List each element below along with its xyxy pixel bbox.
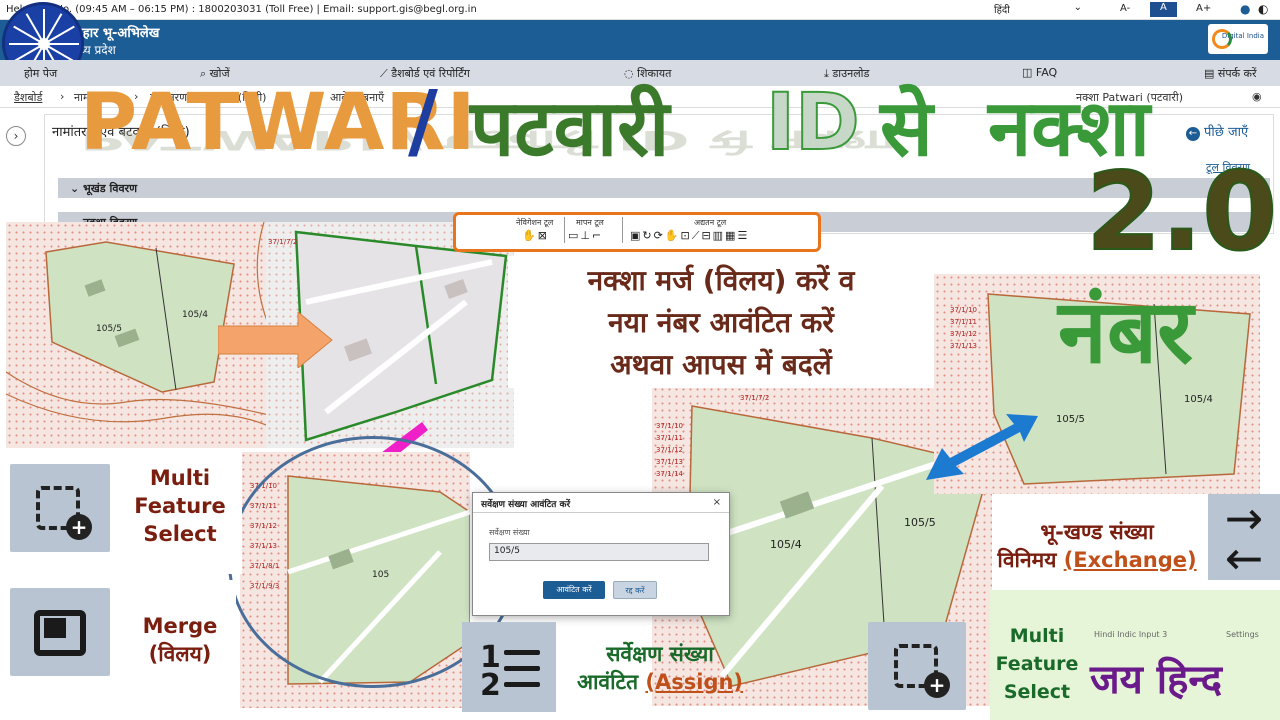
parcel-label: 105/5 [904,516,936,529]
chevron-down-icon: ⌄ [70,182,84,195]
font-decrease-button[interactable]: A- [1120,3,1130,14]
chevron-down-icon: ⌄ [1073,2,1082,13]
parcel-label: 105/4 [770,538,802,551]
toolbar-group-navigation: नेविगेशन टूल [516,218,554,227]
exchange-arrow-icon [926,414,1038,480]
merge-label: Merge (विलय) [142,614,218,666]
multi-select-label-2: Multi Feature Select [995,625,1079,703]
pan-tool-icon[interactable]: ✋⊠ [522,229,549,242]
sidebar-toggle-button[interactable]: › [6,126,26,146]
toolbar-group-update: अद्यतन टूल [694,218,727,227]
map-toolbar: नेविगेशन टूल मापन टूल अद्यतन टूल ✋⊠ ▭⊥⌐ … [453,212,821,252]
title-version: 2.0 [1085,149,1278,276]
contact-icon: ▤ [1204,67,1218,80]
toolbar-group-measure: मापन टूल [576,218,604,227]
arrow-right-icon [218,312,333,368]
instruction-box: नक्शा मर्ज (विलय) करें व नया नंबर आवंटित… [508,256,934,388]
top-info-bar: Helpdesk No. (09:45 AM – 06:15 PM) : 180… [0,0,1280,20]
parcel-label: 105/5 [1056,414,1085,425]
dialog-title: सर्वेक्षण संख्या आवंटित करें [473,493,729,513]
title-patwari-hi: पटवारी [470,84,670,174]
arrow-left-icon: ← [1186,127,1200,141]
nav-contact[interactable]: ▤ संपर्क करें [1204,66,1256,81]
site-header: बिहार भू-अभिलेख मध्य प्रदेश Digital Indi… [0,20,1280,60]
hindi-input-label: Hindi Indic Input 3 [1094,630,1168,639]
digital-india-logo: Digital India [1208,24,1268,54]
language-select[interactable]: हिंदी ⌄ [994,2,1084,18]
exchange-label: भू-खण्ड संख्या विनिमय (Exchange) [997,520,1197,572]
title-id: ID [765,77,861,169]
title-nambar: नंबर [1058,280,1194,383]
nav-home[interactable]: होम पेज [24,66,57,81]
update-tools-icons[interactable]: ▣↻⟳✋⊡⟋⊟▥▦☰ [630,229,749,243]
multi-select-label: Multi Feature Select [134,466,226,546]
title-se: से [880,84,933,174]
title-slash: / [408,74,438,169]
survey-number-input[interactable]: 105/5 [489,543,709,561]
palette-icon[interactable]: ● [1240,2,1250,16]
font-normal-button[interactable]: A [1150,2,1177,17]
helpdesk-info: Helpdesk No. (09:45 AM – 06:15 PM) : 180… [6,4,477,15]
jai-hind-text: जय हिन्द [1090,657,1223,703]
parcel-label: 105/4 [182,310,208,320]
crumb-dashboard[interactable]: डैशबोर्ड [14,90,42,105]
numbered-list-icon: 1 2 [462,622,556,712]
survey-number-label: सर्वेक्षण संख्या [489,528,530,537]
site-title: बिहार भू-अभिलेख [72,26,160,41]
font-increase-button[interactable]: A+ [1196,3,1211,14]
settings-label: Settings [1226,630,1259,639]
close-icon[interactable]: × [713,497,721,508]
multi-select-icon: + [10,464,110,552]
exchange-icon: → ← [1208,494,1280,581]
contrast-icon[interactable]: ◐ [1258,2,1268,16]
back-button[interactable]: ← पीछे जाएँ [1186,122,1248,141]
multi-select-icon-2: + [868,622,966,710]
assign-survey-dialog: सर्वेक्षण संख्या आवंटित करें × सर्वेक्षण… [472,492,730,616]
measure-tool-icon[interactable]: ▭⊥⌐ [568,229,603,242]
assign-button[interactable]: आवंटित करें [543,581,605,599]
screen: { "topbar": { "info": "Helpdesk No. (09:… [0,0,1280,720]
assign-label: सर्वेक्षण संख्या आवंटित (Assign) [576,642,744,694]
merge-icon [10,588,110,676]
parcel-label: 105/4 [1184,394,1213,405]
user-icon[interactable]: ◉ [1252,90,1262,103]
cancel-button[interactable]: रद्द करें [613,581,657,599]
parcel-label: 105/5 [96,324,122,334]
